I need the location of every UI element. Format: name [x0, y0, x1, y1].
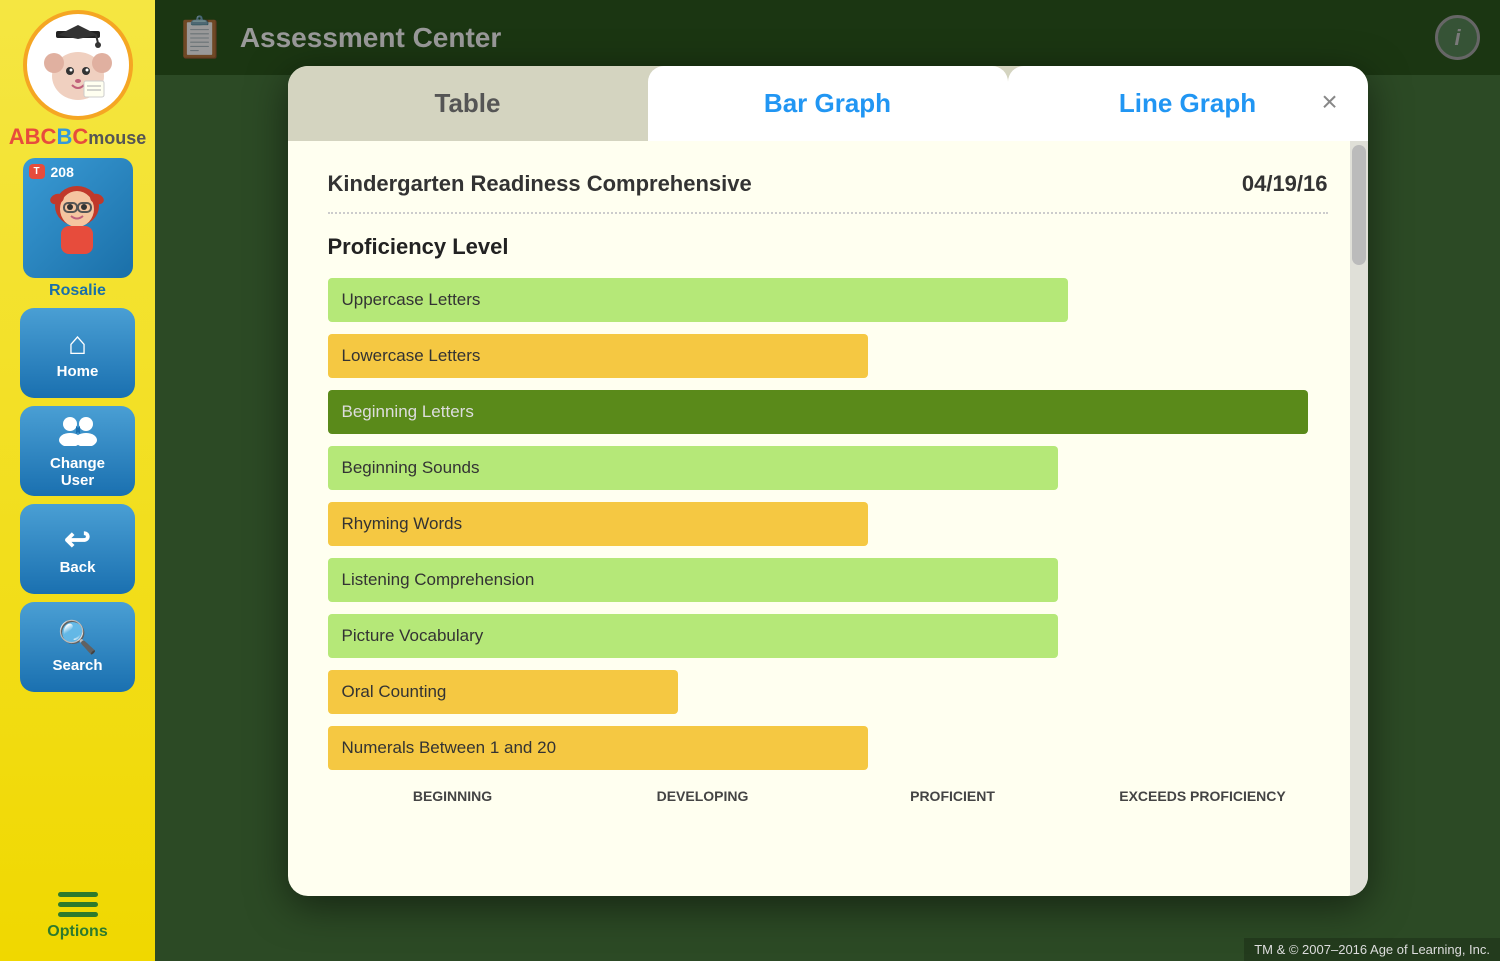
hamburger-icon — [58, 892, 98, 917]
close-button[interactable]: × — [1312, 84, 1348, 120]
footer: TM & © 2007–2016 Age of Learning, Inc. — [1244, 938, 1500, 961]
search-button[interactable]: 🔍 Search — [20, 602, 135, 692]
x-axis-label: DEVELOPING — [578, 788, 828, 804]
home-label: Home — [57, 363, 99, 380]
bar-row: Lowercase Letters — [328, 334, 1328, 378]
options-button[interactable]: Options — [47, 892, 107, 941]
avatar-icon — [45, 181, 110, 256]
change-user-icon — [58, 414, 98, 451]
change-user-button[interactable]: ChangeUser — [20, 406, 135, 496]
modal-content: Kindergarten Readiness Comprehensive 04/… — [288, 141, 1368, 896]
bar-beginning-sounds: Beginning Sounds — [328, 446, 1058, 490]
bar-row: Oral Counting — [328, 670, 1328, 714]
abc-logo-text: ABCBCmouse — [9, 124, 146, 150]
change-user-label: ChangeUser — [50, 455, 105, 489]
bar-picture-vocabulary: Picture Vocabulary — [328, 614, 1058, 658]
mascot-icon — [34, 21, 122, 109]
back-label: Back — [60, 559, 96, 576]
ticket-badge: T — [29, 164, 45, 179]
sidebar: ABCBCmouse T 208 Rosalie — [0, 0, 155, 961]
username-label: Rosalie — [49, 282, 106, 300]
bar-row: Listening Comprehension — [328, 558, 1328, 602]
chart-title: Kindergarten Readiness Comprehensive — [328, 171, 752, 197]
home-button[interactable]: ⌂ Home — [20, 308, 135, 398]
bar-row: Uppercase Letters — [328, 278, 1328, 322]
chart-header: Kindergarten Readiness Comprehensive 04/… — [328, 161, 1328, 214]
logo-area: ABCBCmouse — [13, 10, 143, 150]
ticket-count: 208 — [51, 164, 74, 180]
bar-row: Beginning Letters — [328, 390, 1328, 434]
tabs-row: Table Bar Graph Line Graph — [288, 66, 1368, 141]
bar-row: Rhyming Words — [328, 502, 1328, 546]
home-icon: ⌂ — [68, 327, 87, 359]
search-icon: 🔍 — [58, 621, 98, 653]
back-button[interactable]: ↩ Back — [20, 504, 135, 594]
search-label: Search — [52, 657, 102, 674]
tab-bar-graph[interactable]: Bar Graph — [648, 66, 1008, 141]
user-avatar[interactable]: T 208 — [23, 158, 133, 278]
tab-table[interactable]: Table — [288, 66, 648, 141]
bar-row: Numerals Between 1 and 20 — [328, 726, 1328, 770]
x-axis: BEGINNINGDEVELOPINGPROFICIENTEXCEEDS PRO… — [328, 788, 1328, 804]
x-axis-label: PROFICIENT — [828, 788, 1078, 804]
modal-dialog: Table Bar Graph Line Graph × Kindergarte… — [288, 66, 1368, 896]
proficiency-level-label: Proficiency Level — [328, 234, 1328, 260]
modal-overlay: Table Bar Graph Line Graph × Kindergarte… — [155, 0, 1500, 961]
bar-chart: Uppercase Letters Lowercase Letters Beginn… — [328, 278, 1328, 770]
scrollbar-thumb — [1352, 145, 1366, 265]
logo-circle — [23, 10, 133, 120]
x-axis-label: BEGINNING — [328, 788, 578, 804]
bar-beginning-letters: Beginning Letters — [328, 390, 1308, 434]
back-icon: ↩ — [64, 523, 91, 555]
bar-lowercase-letters: Lowercase Letters — [328, 334, 868, 378]
main-area: 📋 Assessment Center i Table Bar Graph Li… — [155, 0, 1500, 961]
bar-listening-comprehension: Listening Comprehension — [328, 558, 1058, 602]
bar-row: Beginning Sounds — [328, 446, 1328, 490]
bar-row: Picture Vocabulary — [328, 614, 1328, 658]
bar-uppercase-letters: Uppercase Letters — [328, 278, 1068, 322]
bar-numerals-between-1-and-20: Numerals Between 1 and 20 — [328, 726, 868, 770]
x-axis-label: EXCEEDS PROFICIENCY — [1078, 788, 1328, 804]
bar-oral-counting: Oral Counting — [328, 670, 678, 714]
options-label: Options — [47, 923, 107, 941]
chart-date: 04/19/16 — [1242, 171, 1328, 197]
scrollbar[interactable] — [1350, 141, 1368, 896]
bar-rhyming-words: Rhyming Words — [328, 502, 868, 546]
footer-text: TM & © 2007–2016 Age of Learning, Inc. — [1254, 942, 1490, 957]
